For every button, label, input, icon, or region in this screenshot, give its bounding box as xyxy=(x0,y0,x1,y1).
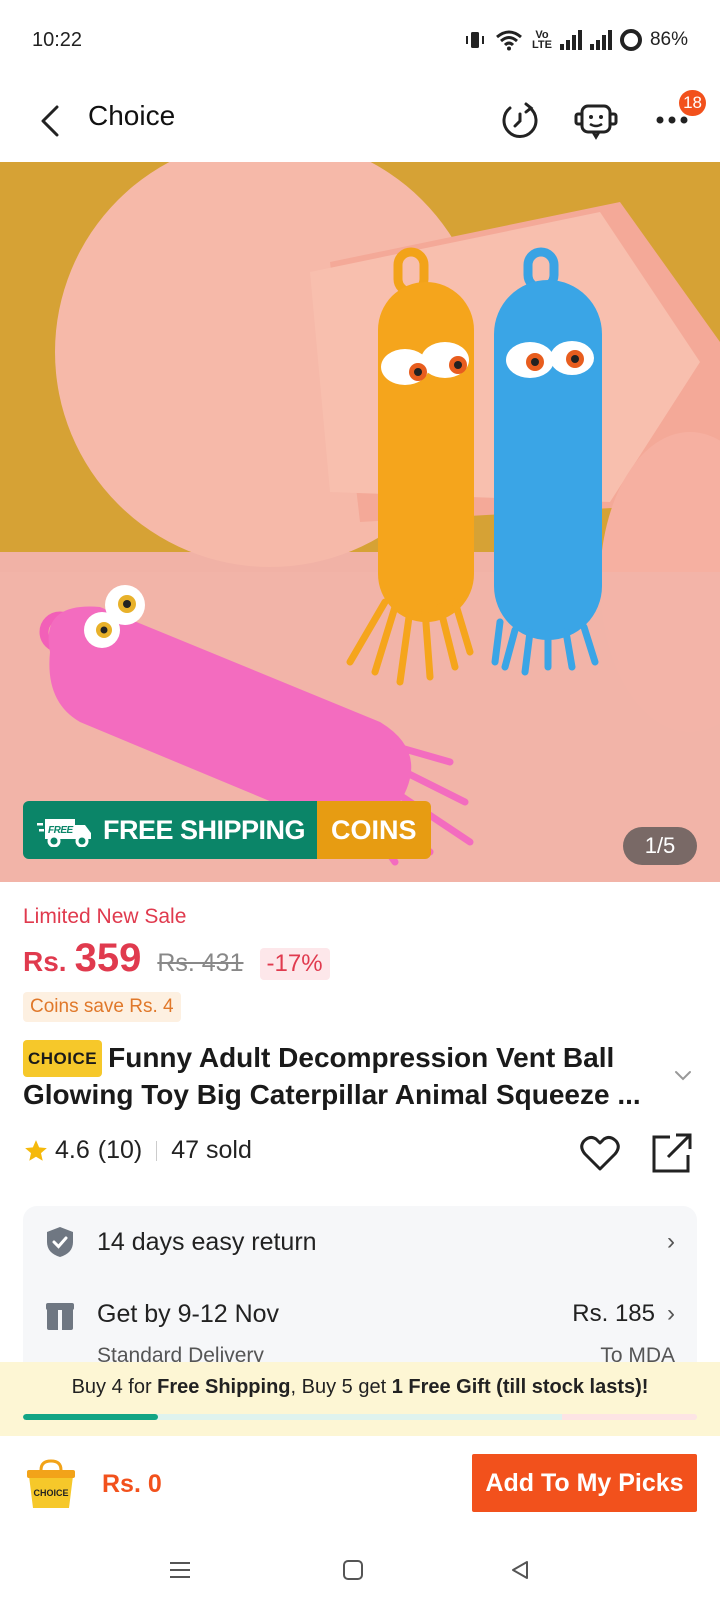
page-title: Choice xyxy=(88,100,176,131)
price-row: Rs. 359 Rs. 431 -17% xyxy=(23,936,330,981)
return-chevron: › xyxy=(667,1228,675,1256)
bottom-action-bar: CHOICE Rs. 0 Add To My Picks xyxy=(0,1436,720,1536)
notification-badge: 18 xyxy=(679,90,706,116)
signal-icon-1 xyxy=(559,30,582,50)
status-bar: 10:22 Vo LTE 86% xyxy=(0,0,720,80)
bundle-offer-bar[interactable]: Buy 4 for Free Shipping, Buy 5 get 1 Fre… xyxy=(0,1362,720,1436)
rating-count: (10) xyxy=(97,1136,143,1164)
wifi-icon xyxy=(496,30,522,51)
battery-icon xyxy=(619,29,642,51)
bundle-text-2: Free Shipping xyxy=(157,1376,291,1398)
share-icon[interactable] xyxy=(650,1131,694,1175)
top-app-bar: Choice 18 xyxy=(0,80,720,162)
price-currency: Rs. xyxy=(23,946,67,977)
choice-cart-icon[interactable]: CHOICE xyxy=(23,1458,79,1514)
rating-row[interactable]: 4.6 (10) 47 sold xyxy=(23,1136,252,1165)
system-nav-bar xyxy=(0,1536,720,1604)
bundle-text-4: 1 Free Gift (till stock lasts)! xyxy=(391,1376,649,1398)
chevron-down-icon[interactable] xyxy=(672,1064,694,1086)
cart-label: CHOICE xyxy=(33,1488,68,1498)
home-button[interactable] xyxy=(333,1550,373,1590)
cart-total: Rs. 0 xyxy=(102,1470,162,1498)
recents-button[interactable] xyxy=(160,1550,200,1590)
free-shipping-tag: FREE FREE SHIPPING xyxy=(23,801,318,859)
package-icon xyxy=(46,1303,74,1330)
delivery-price-group: Rs. 185 › xyxy=(572,1300,675,1328)
progress-gift-segment xyxy=(562,1414,697,1420)
star-icon xyxy=(25,1139,47,1161)
add-to-picks-button[interactable]: Add To My Picks xyxy=(472,1454,697,1512)
bundle-text-1: Buy 4 for xyxy=(71,1376,158,1398)
product-image-gallery[interactable] xyxy=(0,162,720,882)
product-title-text: Funny Adult Decompression Vent Ball Glow… xyxy=(23,1042,641,1110)
return-policy-text: 14 days easy return xyxy=(97,1228,317,1256)
back-arrow-icon xyxy=(41,105,59,137)
bundle-offer-text: Buy 4 for Free Shipping, Buy 5 get 1 Fre… xyxy=(0,1376,720,1399)
vibrate-icon xyxy=(466,32,484,48)
coins-tag: COINS xyxy=(317,801,431,859)
return-policy-row[interactable]: 14 days easy return › xyxy=(23,1206,697,1280)
sold-count: 47 sold xyxy=(171,1136,252,1164)
history-icon xyxy=(502,102,538,138)
chevron-right-icon: › xyxy=(667,1300,675,1327)
blue-toy xyxy=(491,247,602,676)
product-title[interactable]: CHOICE Funny Adult Decompression Vent Bal… xyxy=(23,1040,663,1112)
status-icons: Vo LTE 86% xyxy=(464,29,688,51)
divider xyxy=(156,1140,158,1161)
status-time: 10:22 xyxy=(32,28,83,51)
original-price: Rs. 431 xyxy=(157,949,244,977)
choice-badge: CHOICE xyxy=(23,1040,103,1077)
sale-label: Limited New Sale xyxy=(23,905,187,928)
progress-fill xyxy=(23,1414,158,1420)
home-square-icon xyxy=(343,1560,363,1580)
more-button[interactable]: 18 xyxy=(646,90,706,146)
back-triangle-icon xyxy=(512,1561,528,1579)
bundle-text-3: , Buy 5 get xyxy=(290,1376,392,1398)
battery-percent: 86% xyxy=(649,29,688,50)
menu-icon xyxy=(170,1562,190,1578)
history-button[interactable] xyxy=(494,94,546,146)
shield-check-icon xyxy=(47,1227,73,1257)
signal-icon-2 xyxy=(589,30,612,50)
delivery-date: Get by 9-12 Nov xyxy=(97,1300,280,1328)
volte-indicator: Vo LTE xyxy=(532,29,552,51)
product-image xyxy=(0,162,720,882)
back-button[interactable] xyxy=(30,98,70,144)
system-back-button[interactable] xyxy=(500,1550,540,1590)
free-tag-text: FREE xyxy=(48,825,74,836)
current-price: 359 xyxy=(74,936,142,980)
support-button[interactable] xyxy=(570,94,622,146)
more-icon xyxy=(656,116,688,124)
free-shipping-label: FREE SHIPPING xyxy=(103,814,306,845)
delivery-price: Rs. 185 xyxy=(572,1300,655,1327)
heart-icon[interactable] xyxy=(578,1131,622,1175)
chevron-right-icon: › xyxy=(667,1228,675,1255)
bundle-progress-bar xyxy=(23,1414,697,1420)
coins-save-tag: Coins save Rs. 4 xyxy=(23,992,181,1022)
truck-icon: FREE xyxy=(37,819,91,847)
discount-badge: -17% xyxy=(259,948,330,980)
support-bot-icon xyxy=(574,104,618,140)
rating-score: 4.6 xyxy=(55,1136,90,1164)
image-counter: 1/5 xyxy=(623,827,697,865)
promo-banner: FREE FREE SHIPPING COINS xyxy=(23,801,431,859)
